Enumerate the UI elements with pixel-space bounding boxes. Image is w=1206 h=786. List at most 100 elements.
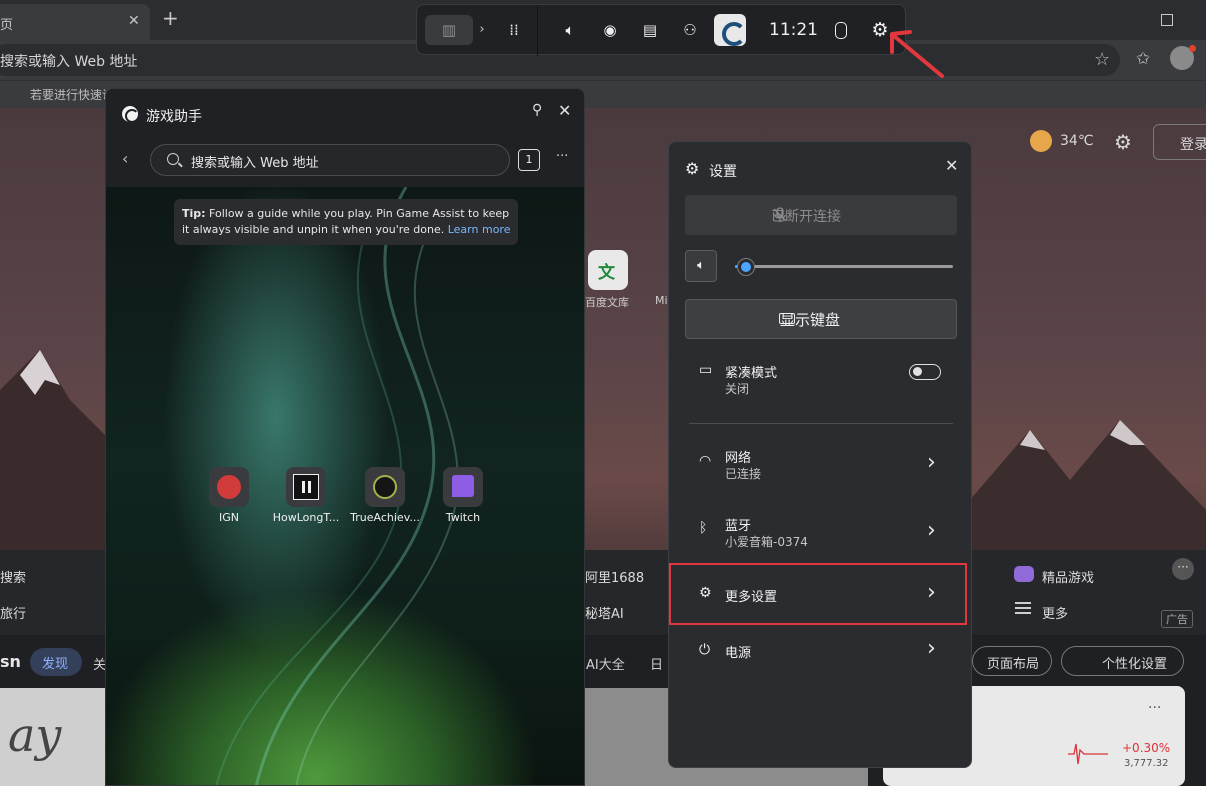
restore-window-button[interactable]: [1153, 4, 1205, 34]
performance-icon[interactable]: ▤: [635, 15, 665, 45]
chevron-right-icon[interactable]: ›: [475, 15, 489, 45]
widget-menu-icon[interactable]: ⁞⁞: [499, 15, 529, 45]
site-shortcut-trueachievements[interactable]: TrueAchiev...: [350, 467, 420, 524]
tab-count-button[interactable]: 1: [518, 149, 540, 171]
address-text: 搜索或输入 Web 地址: [0, 54, 138, 70]
chevron-right-icon: ›: [927, 518, 936, 543]
search-placeholder: 搜索或输入 Web 地址: [191, 156, 319, 171]
game-bar: ▥ › ⁞⁞ 🔈︎ ◉ ▤ ⚇ 11:21 ⚙: [416, 4, 906, 56]
close-icon[interactable]: ✕: [558, 101, 571, 120]
card-word: ay: [8, 708, 62, 762]
card-more-button[interactable]: ···: [1148, 700, 1161, 716]
personalize-label: 个性化设置: [1102, 657, 1168, 672]
weather-icon[interactable]: [1030, 130, 1052, 152]
browser-tab[interactable]: 页 ✕: [0, 4, 150, 40]
settings-panel: ⚙ 设置 ✕ 已断开连接 🔈︎ 显示键盘 ▭ 紧凑模式 关闭 ◠ 网络 已连接 …: [668, 141, 972, 768]
page-settings-icon[interactable]: ⚙: [1114, 130, 1132, 154]
howlongtobeat-icon: [286, 467, 326, 507]
nav-games[interactable]: 精品游戏: [1042, 567, 1094, 586]
quick-link-label[interactable]: Mi: [655, 294, 668, 307]
personalize-button[interactable]: 个性化设置: [1061, 646, 1184, 676]
star-icon[interactable]: ☆: [1094, 49, 1110, 70]
layout-button[interactable]: 页面布局: [972, 646, 1052, 676]
power-title: 电源: [725, 646, 752, 661]
quick-link-tile[interactable]: 文: [588, 250, 628, 290]
gear-icon: ⚙: [685, 159, 700, 178]
mountain-image: [0, 350, 110, 550]
edge-icon[interactable]: [714, 14, 746, 46]
keyboard-icon: [779, 313, 795, 324]
more-menu-button[interactable]: ···: [556, 149, 568, 164]
site-label: Twitch: [445, 511, 481, 524]
tab-discover[interactable]: 发现: [30, 648, 82, 676]
tab-daily[interactable]: 日: [650, 654, 663, 673]
volume-slider-thumb[interactable]: [736, 258, 755, 276]
network-status: 已连接: [725, 467, 762, 481]
stock-value: 3,777.32: [1124, 758, 1169, 769]
search-input[interactable]: 搜索或输入 Web 地址: [150, 144, 510, 176]
wenku-icon: 文: [598, 263, 615, 283]
site-label: HowLongT...: [272, 511, 340, 524]
msn-logo[interactable]: sn: [0, 652, 21, 671]
power-row[interactable]: ⏻ 电源 ›: [669, 632, 973, 672]
nav-more[interactable]: 更多: [1042, 603, 1068, 622]
tab-ai[interactable]: AI大全: [586, 654, 625, 673]
mic-off-icon: [773, 207, 787, 222]
volume-icon[interactable]: 🔈︎: [685, 250, 717, 282]
show-keyboard-button[interactable]: 显示键盘: [685, 299, 957, 339]
capture-icon[interactable]: ◉: [595, 15, 625, 45]
favorites-icon[interactable]: ✩: [1136, 49, 1150, 69]
clock-time: 11:21: [769, 20, 818, 40]
annotation-arrow: [890, 30, 944, 78]
tab-title: 页: [0, 18, 14, 33]
back-icon[interactable]: ‹: [122, 149, 128, 168]
learn-more-link[interactable]: Learn more: [448, 223, 511, 236]
social-icon[interactable]: ⚇: [675, 15, 705, 45]
bluetooth-title: 蓝牙: [725, 519, 752, 534]
compact-mode-title: 紧凑模式: [725, 366, 778, 381]
tab-close-icon[interactable]: ✕: [128, 13, 140, 29]
compact-mode-toggle[interactable]: [909, 364, 941, 380]
weather-temp[interactable]: 34℃: [1060, 133, 1094, 149]
tip-banner: Tip: Follow a guide while you play. Pin …: [174, 199, 518, 245]
news-card-image[interactable]: ay: [0, 688, 105, 786]
nav-travel[interactable]: 旅行: [0, 603, 26, 622]
close-icon[interactable]: ✕: [945, 156, 958, 175]
ign-icon: [209, 467, 249, 507]
ad-badge: 广告: [1161, 610, 1193, 628]
twitch-icon: [443, 467, 483, 507]
bluetooth-device: 小爱音箱-0374: [725, 535, 808, 549]
mountain-image: [970, 420, 1206, 550]
site-shortcut-ign[interactable]: IGN: [194, 467, 264, 524]
network-row[interactable]: ◠ 网络 已连接 ›: [669, 440, 973, 492]
mouse-icon[interactable]: [825, 15, 855, 45]
avatar[interactable]: [1170, 45, 1196, 70]
search-icon: [167, 153, 179, 165]
pin-icon[interactable]: ⚲: [532, 102, 542, 118]
home-icon[interactable]: ▥: [425, 15, 473, 45]
nav-alibaba[interactable]: 阿里1688: [585, 567, 644, 586]
volume-slider[interactable]: [735, 265, 953, 268]
quick-link-label[interactable]: 百度文库: [585, 294, 629, 310]
nav-search[interactable]: 搜索: [0, 567, 26, 586]
compact-mode-status: 关闭: [725, 382, 750, 396]
site-shortcut-twitch[interactable]: Twitch: [428, 467, 498, 524]
site-label: TrueAchiev...: [350, 511, 420, 524]
bluetooth-row[interactable]: ᛒ 蓝牙 小爱音箱-0374 ›: [669, 508, 973, 560]
site-shortcut-howlongtobeat[interactable]: HowLongT...: [271, 467, 341, 524]
disconnected-button: 已断开连接: [685, 195, 957, 235]
wallpaper-swirl: [215, 187, 459, 785]
assist-web-view: [106, 187, 584, 785]
more-options-button[interactable]: ···: [1172, 558, 1194, 580]
menu-icon: [1015, 602, 1031, 614]
divider: [689, 423, 953, 424]
wifi-icon: ◠: [699, 453, 712, 469]
stock-change: +0.30%: [1122, 741, 1171, 755]
chevron-right-icon: ›: [927, 636, 936, 661]
volume-icon[interactable]: 🔈︎: [555, 15, 585, 45]
new-tab-button[interactable]: +: [162, 6, 179, 30]
panel-title: 游戏助手: [146, 109, 202, 125]
login-button[interactable]: 登录: [1153, 124, 1206, 160]
panel-title: 设置: [709, 164, 737, 180]
nav-mita[interactable]: 秘塔AI: [585, 603, 624, 622]
